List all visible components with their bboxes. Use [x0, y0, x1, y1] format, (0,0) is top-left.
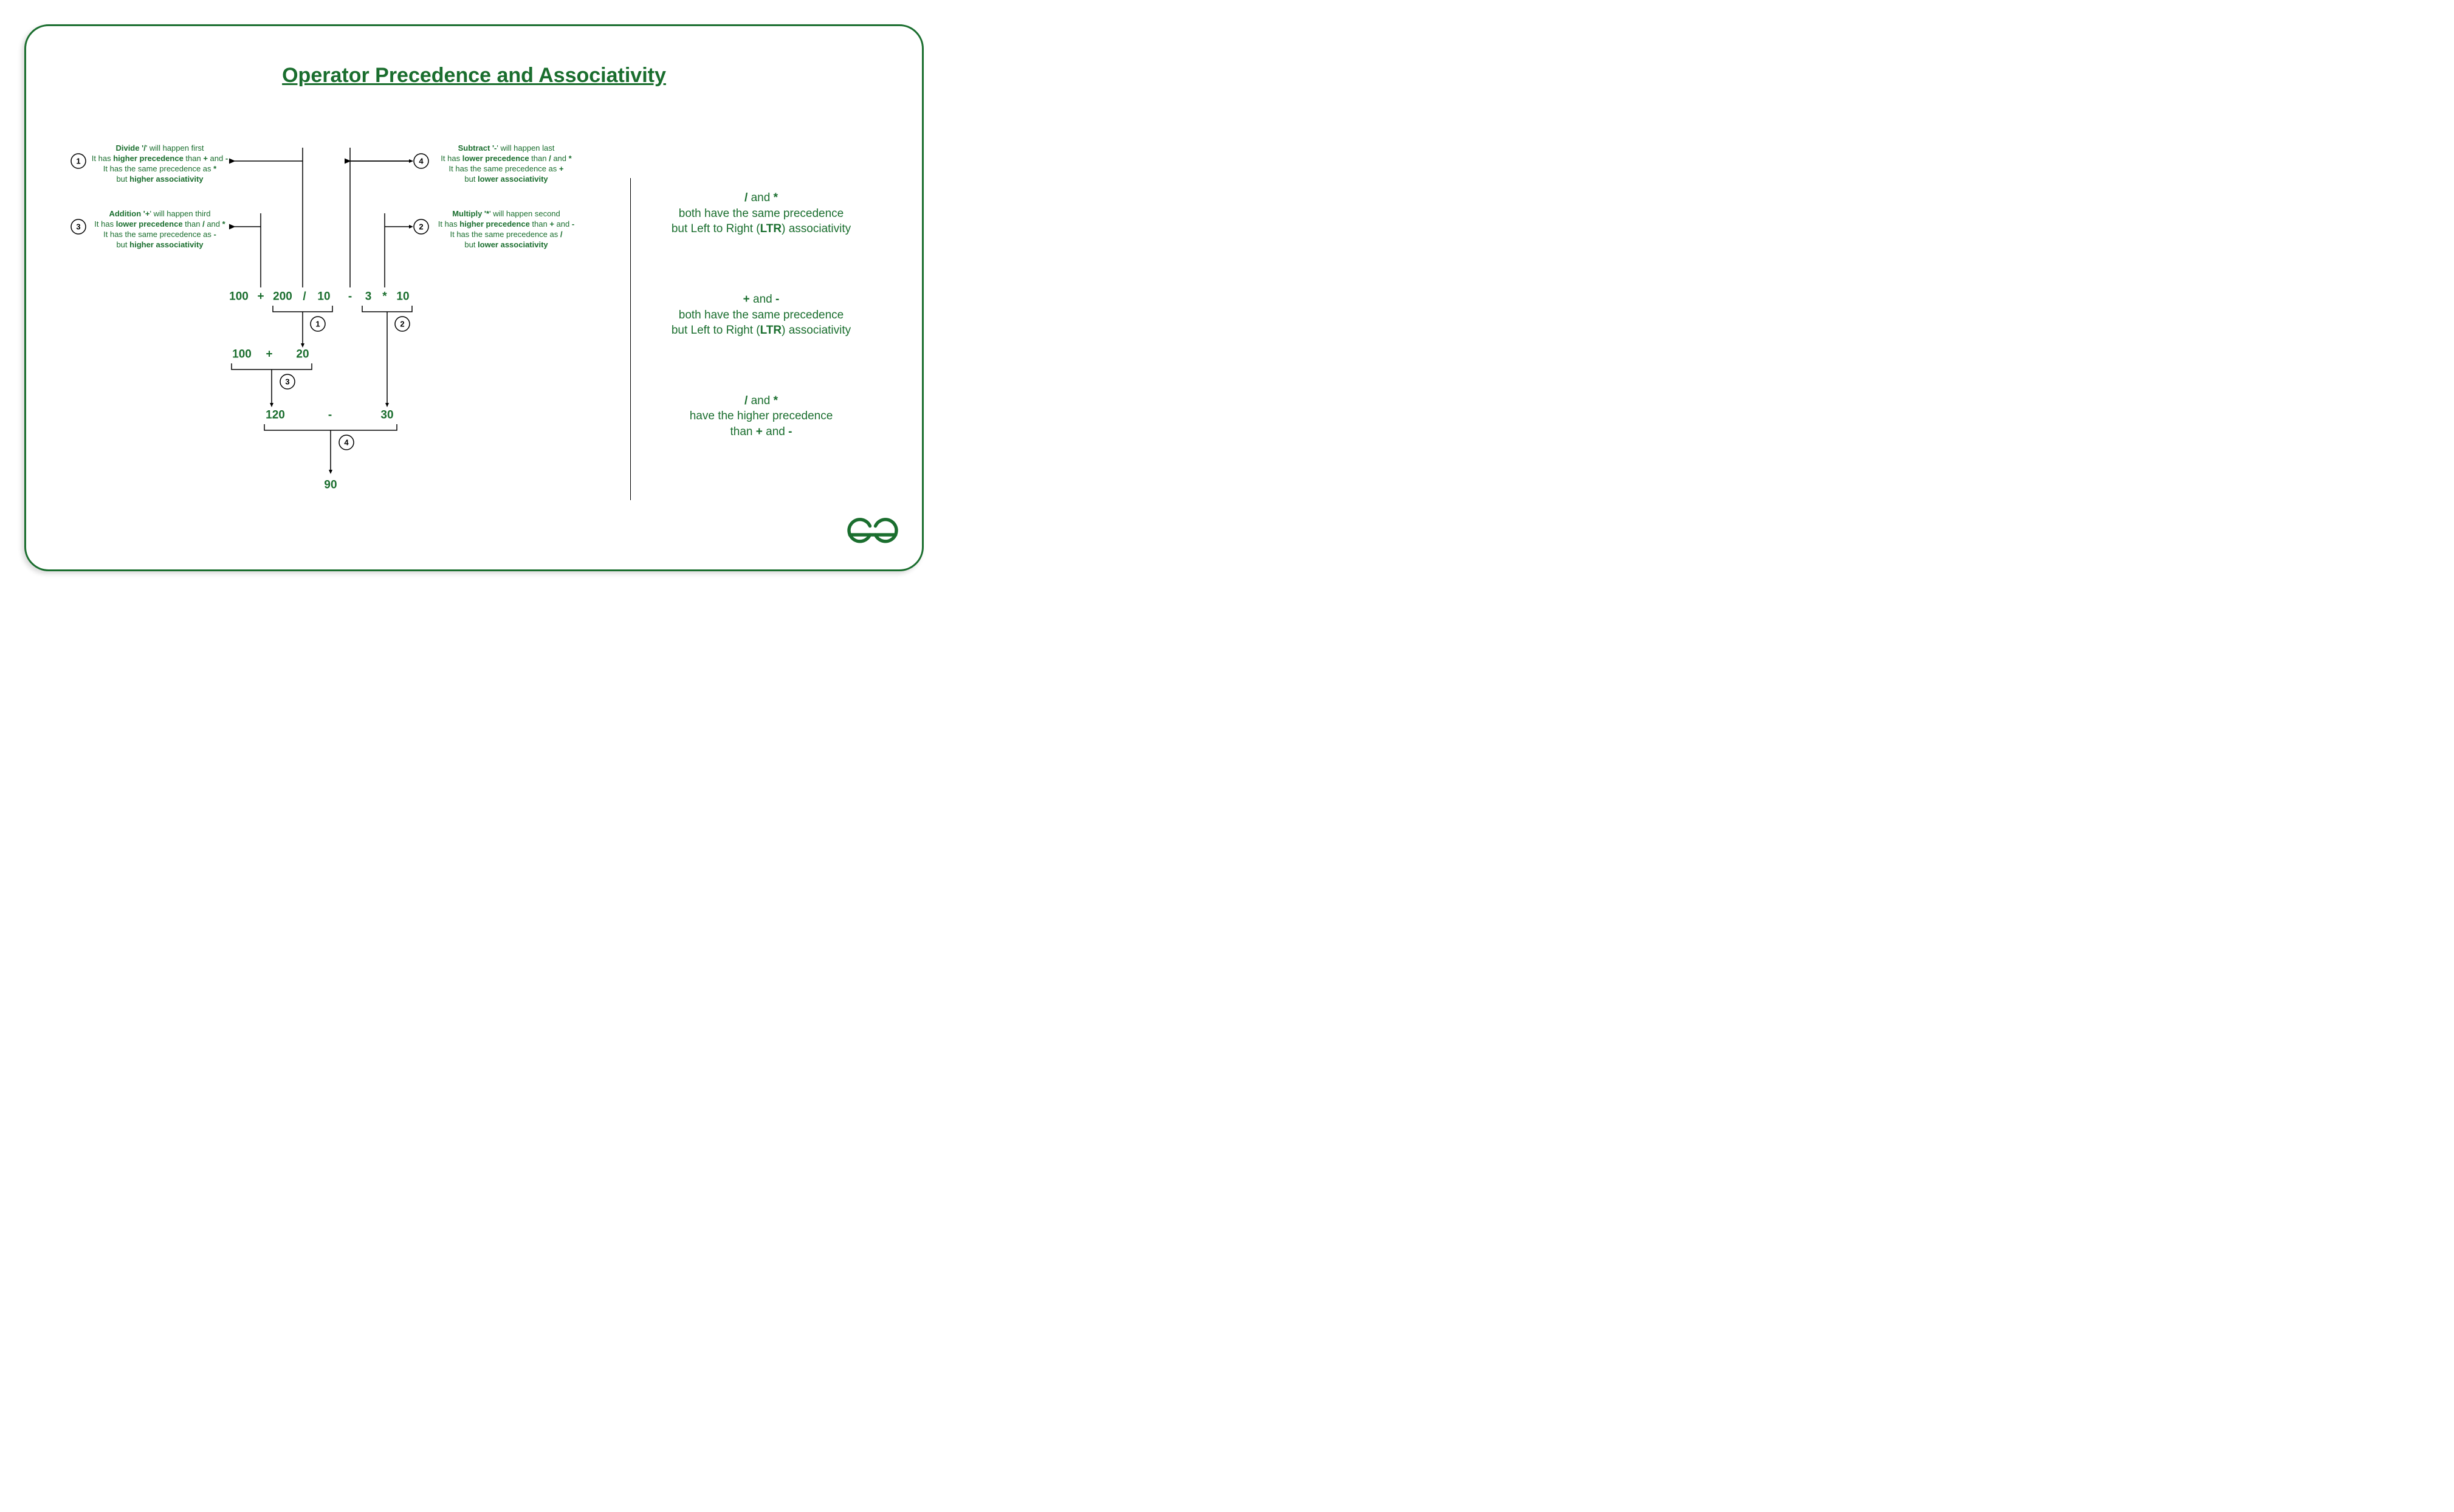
svg-text:but lower associativity: but lower associativity — [464, 240, 548, 249]
expr-row-3: 120 - 30 — [266, 409, 393, 422]
svg-text:10: 10 — [396, 290, 409, 303]
svg-text:*: * — [382, 290, 387, 303]
svg-text:/: / — [303, 290, 306, 303]
side-note-div-mul: / and * both have the same precedence bu… — [643, 190, 879, 237]
svg-text:It has the same precedence as: It has the same precedence as / — [450, 230, 562, 239]
svg-text:2: 2 — [400, 320, 404, 329]
svg-text:20: 20 — [296, 348, 309, 361]
svg-text:2: 2 — [419, 222, 423, 232]
diagram-canvas: 1 Divide '/' will happen first It has hi… — [63, 123, 610, 561]
svg-text:-: - — [328, 409, 332, 422]
svg-text:4: 4 — [419, 157, 424, 166]
svg-text:Divide '/' will happen first: Divide '/' will happen first — [115, 143, 204, 153]
note-subtract: 4 Subtract '-' will happen last It has l… — [414, 143, 572, 184]
svg-text:It has lower precedence than /: It has lower precedence than / and * — [94, 219, 225, 229]
expr-row-2: 100 + 20 — [232, 348, 309, 361]
svg-text:It has the same precedence as: It has the same precedence as * — [103, 164, 217, 173]
svg-text:It has higher precedence than: It has higher precedence than + and - — [92, 154, 228, 163]
svg-text:but higher associativity: but higher associativity — [116, 240, 204, 249]
svg-text:200: 200 — [273, 290, 292, 303]
svg-text:It has lower precedence than /: It has lower precedence than / and * — [441, 154, 572, 163]
svg-text:Addition '+' will happen third: Addition '+' will happen third — [109, 209, 210, 218]
side-note-add-sub: + and - both have the same precedence bu… — [643, 292, 879, 338]
svg-text:Subtract '-' will happen last: Subtract '-' will happen last — [458, 143, 555, 153]
svg-text:100: 100 — [232, 348, 252, 361]
svg-text:1: 1 — [76, 157, 80, 166]
svg-text:100: 100 — [229, 290, 249, 303]
expr-row-1: 100 + 200 / 10 - 3 * 10 — [229, 290, 409, 303]
side-note-precedence: / and * have the higher precedence than … — [643, 393, 879, 440]
svg-text:1: 1 — [315, 320, 320, 329]
svg-text:4: 4 — [344, 438, 349, 447]
diagram-frame: Operator Precedence and Associativity 1 … — [24, 24, 924, 571]
svg-text:It has the same precedence as: It has the same precedence as + — [449, 164, 564, 173]
note-multiply: 2 Multiply '*' will happen second It has… — [414, 209, 574, 249]
svg-text:+: + — [257, 290, 264, 303]
svg-text:30: 30 — [380, 409, 393, 422]
svg-text:but higher associativity: but higher associativity — [116, 174, 204, 184]
svg-text:+: + — [266, 348, 272, 361]
svg-text:3: 3 — [76, 222, 80, 232]
svg-text:Multiply '*' will happen secon: Multiply '*' will happen second — [452, 209, 560, 218]
note-divide: 1 Divide '/' will happen first It has hi… — [71, 143, 228, 184]
svg-text:It has the same precedence as: It has the same precedence as - — [103, 230, 216, 239]
svg-text:but lower associativity: but lower associativity — [464, 174, 548, 184]
geeksforgeeks-logo-icon — [845, 518, 900, 555]
final-result: 90 — [324, 479, 337, 492]
note-addition: 3 Addition '+' will happen third It has … — [71, 209, 226, 249]
svg-text:It has higher precedence than: It has higher precedence than + and - — [438, 219, 574, 229]
side-panel: / and * both have the same precedence bu… — [630, 178, 879, 500]
svg-text:3: 3 — [365, 290, 372, 303]
svg-text:120: 120 — [266, 409, 285, 422]
page-title: Operator Precedence and Associativity — [26, 64, 922, 88]
svg-text:10: 10 — [317, 290, 330, 303]
svg-text:-: - — [348, 290, 352, 303]
svg-text:3: 3 — [285, 377, 289, 387]
